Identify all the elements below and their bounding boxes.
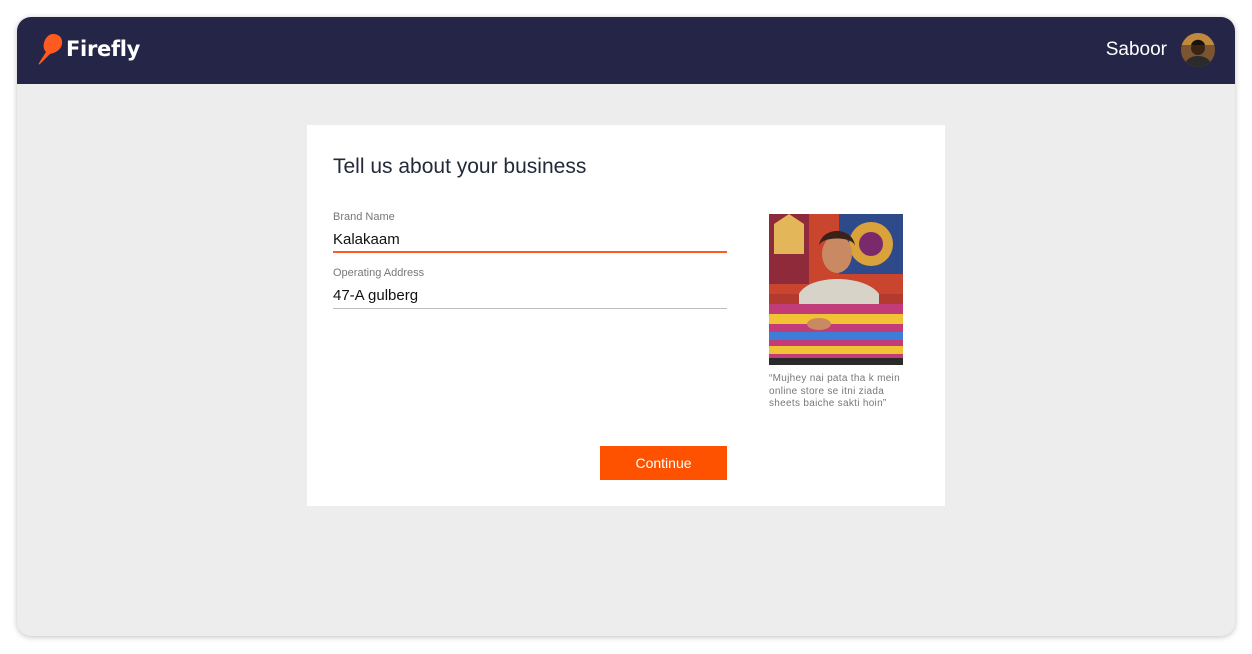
operating-address-field: Operating Address — [333, 267, 727, 309]
testimonial-photo — [769, 214, 903, 365]
operating-address-label: Operating Address — [333, 267, 425, 279]
business-info-card: Tell us about your business Brand Name O… — [307, 125, 945, 506]
top-navigation-bar: Firefly Saboor — [17, 17, 1235, 84]
testimonial-quote: “Mujhey nai pata tha k mein online store… — [769, 373, 900, 409]
brand-name-input[interactable] — [333, 227, 727, 253]
continue-button[interactable]: Continue — [600, 446, 727, 480]
brand-name: Firefly — [66, 37, 141, 61]
page-title: Tell us about your business — [333, 155, 587, 178]
operating-address-input[interactable] — [333, 283, 727, 309]
user-menu[interactable]: Saboor — [1106, 32, 1215, 68]
firefly-logo[interactable]: Firefly — [37, 32, 140, 66]
flame-logo-icon — [38, 34, 63, 65]
brand-name-field: Brand Name — [333, 211, 727, 253]
user-name: Saboor — [1105, 39, 1167, 60]
avatar[interactable] — [1181, 33, 1215, 67]
app-window: Firefly Saboor Tell us about your busine… — [17, 17, 1235, 636]
brand-name-label: Brand Name — [333, 211, 395, 223]
